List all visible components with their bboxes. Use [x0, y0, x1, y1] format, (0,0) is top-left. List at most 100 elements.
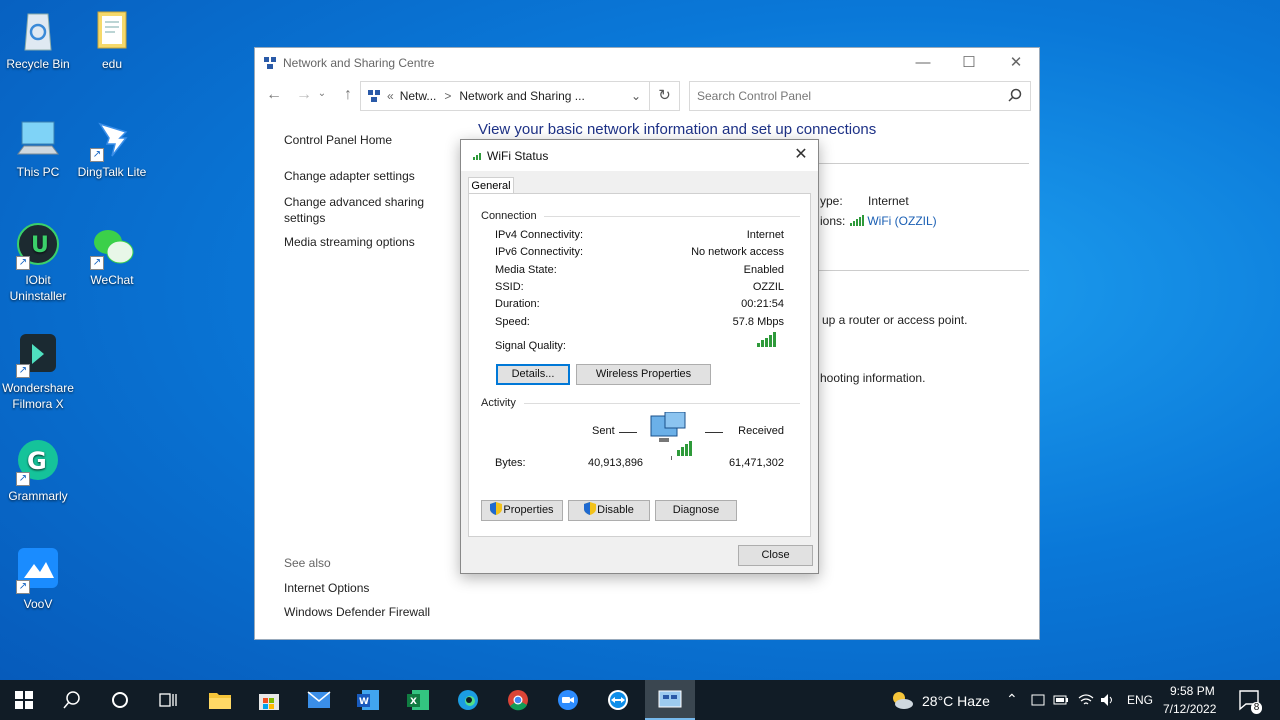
- network-center-icon: [264, 57, 276, 69]
- windows-logo-icon: [15, 691, 33, 709]
- edge-button[interactable]: [444, 680, 492, 720]
- svg-text:X: X: [410, 697, 417, 707]
- desktop-icon-label: Grammarly: [8, 489, 68, 503]
- desktop-icon-dingtalk[interactable]: ↗ DingTalk Lite: [74, 114, 150, 180]
- store-button[interactable]: [245, 680, 293, 720]
- chevron-down-icon[interactable]: ⌄: [631, 89, 641, 103]
- wifi-connection-link[interactable]: WiFi (OZZIL): [850, 214, 937, 228]
- ipv4-label: IPv4 Connectivity:: [495, 229, 584, 241]
- control-panel-home-link[interactable]: Control Panel Home: [284, 133, 392, 147]
- media-state-value: Enabled: [743, 264, 784, 276]
- search-box[interactable]: Search Control Panel: [689, 81, 1031, 111]
- recent-locations-button[interactable]: ⌄: [315, 88, 329, 99]
- teamviewer-button[interactable]: [594, 680, 642, 720]
- desktop-icon-label: WeChat: [90, 273, 134, 287]
- see-also-heading: See also: [284, 556, 331, 570]
- file-explorer-button[interactable]: [196, 680, 244, 720]
- cortana-circle-icon: [112, 692, 128, 708]
- chrome-button[interactable]: [494, 680, 542, 720]
- media-streaming-options-link[interactable]: Media streaming options: [284, 235, 415, 249]
- iobit-uninstaller-icon: U ↗: [14, 222, 62, 270]
- back-button[interactable]: ←: [261, 86, 287, 104]
- forward-button[interactable]: →: [291, 86, 317, 104]
- link-line-1: Change advanced sharing: [284, 195, 425, 209]
- clock-date[interactable]: 7/12/2022: [1163, 702, 1216, 716]
- desktop-icon-this-pc[interactable]: This PC: [0, 114, 76, 180]
- signal-bars-icon: [757, 332, 776, 347]
- wifi-status-dialog: WiFi Status ✕ General Connection IPv4 Co…: [460, 139, 819, 574]
- shield-icon: [584, 502, 597, 515]
- task-view-button[interactable]: [144, 680, 192, 720]
- diagnose-button[interactable]: Diagnose: [655, 500, 737, 521]
- shortcut-arrow-icon: ↗: [16, 364, 30, 378]
- properties-button[interactable]: Properties: [481, 500, 563, 521]
- up-button[interactable]: ↑: [335, 86, 361, 104]
- media-state-label: Media State:: [495, 264, 557, 276]
- shortcut-arrow-icon: ↗: [16, 256, 30, 270]
- change-adapter-settings-link[interactable]: Change adapter settings: [284, 169, 415, 183]
- desktop-icon-label: edu: [101, 57, 123, 71]
- properties-label: Properties: [503, 504, 554, 516]
- control-panel-icon: [368, 90, 380, 102]
- cortana-button[interactable]: [96, 680, 144, 720]
- speed-label: Speed:: [495, 316, 530, 328]
- details-button[interactable]: Details...: [496, 364, 570, 385]
- dialog-titlebar[interactable]: WiFi Status: [461, 140, 818, 171]
- breadcrumb-sharing-centre[interactable]: Network and Sharing ...: [459, 89, 584, 103]
- meet-now-icon[interactable]: [1031, 693, 1045, 707]
- close-icon[interactable]: ✕: [784, 140, 818, 170]
- wifi-connection-label: WiFi (OZZIL): [867, 214, 937, 228]
- battery-icon[interactable]: [1053, 694, 1069, 706]
- computer-icon: [14, 114, 62, 162]
- weather-text[interactable]: 28°C Haze: [922, 693, 990, 709]
- search-button[interactable]: [48, 680, 96, 720]
- desktop-icon-wechat[interactable]: ↗ WeChat: [74, 222, 150, 288]
- desktop-icon-iobit[interactable]: U ↗ IObit Uninstaller: [0, 222, 76, 304]
- disable-button[interactable]: Disable: [568, 500, 650, 521]
- wireless-properties-button[interactable]: Wireless Properties: [576, 364, 711, 385]
- desktop-icon-recycle-bin[interactable]: Recycle Bin: [0, 6, 76, 72]
- breadcrumb-separator: >: [444, 89, 452, 103]
- wifi-icon[interactable]: [1078, 693, 1094, 707]
- ssid-label: SSID:: [495, 281, 524, 293]
- windows-defender-firewall-link[interactable]: Windows Defender Firewall: [284, 605, 430, 619]
- general-panel: Connection IPv4 Connectivity: Internet I…: [468, 193, 811, 537]
- mail-button[interactable]: [295, 680, 343, 720]
- ssid-value: OZZIL: [752, 281, 784, 293]
- ipv6-value: No network access: [691, 246, 784, 258]
- zoom-button[interactable]: [544, 680, 592, 720]
- shortcut-arrow-icon: ↗: [90, 148, 104, 162]
- zoom-icon: [558, 690, 578, 710]
- ipv6-label: IPv6 Connectivity:: [495, 246, 584, 258]
- change-advanced-sharing-link[interactable]: Change advanced sharing settings: [284, 194, 424, 226]
- desktop-icon-grammarly[interactable]: G ↗ Grammarly: [0, 438, 76, 504]
- address-bar[interactable]: « Netw... > Network and Sharing ... ⌄: [360, 81, 650, 111]
- refresh-button[interactable]: ↻: [650, 81, 680, 111]
- tab-general[interactable]: General: [468, 177, 514, 194]
- folder-icon: [209, 693, 231, 709]
- clock-time[interactable]: 9:58 PM: [1170, 684, 1215, 698]
- chevron-up-icon[interactable]: ⌃: [1006, 691, 1018, 708]
- desktop-icon-filmora[interactable]: ↗ Wondershare Filmora X: [0, 330, 76, 412]
- weather-icon[interactable]: [890, 690, 914, 710]
- volume-icon[interactable]: [1100, 693, 1116, 707]
- access-type-label: ype:: [820, 194, 843, 208]
- start-button[interactable]: [0, 680, 48, 720]
- voov-icon: ↗: [14, 546, 62, 594]
- link-line-2: settings: [284, 211, 326, 225]
- language-indicator[interactable]: ENG: [1127, 693, 1153, 707]
- word-button[interactable]: W: [344, 680, 392, 720]
- internet-options-link[interactable]: Internet Options: [284, 581, 369, 595]
- breadcrumb-network[interactable]: Netw...: [400, 89, 437, 103]
- close-button[interactable]: Close: [738, 545, 813, 566]
- excel-button[interactable]: X: [394, 680, 442, 720]
- speed-value: 57.8 Mbps: [732, 316, 784, 328]
- troubleshooting-text: hooting information.: [820, 371, 926, 385]
- desktop-icon-voov[interactable]: ↗ VooV: [0, 546, 76, 612]
- close-window-button[interactable]: ✕: [993, 48, 1039, 78]
- access-type-value: Internet: [868, 194, 909, 208]
- desktop-icon-edu[interactable]: edu: [74, 6, 150, 72]
- network-center-taskbar-button[interactable]: [645, 680, 695, 720]
- minimize-button[interactable]: —: [900, 48, 946, 78]
- maximize-button[interactable]: ☐: [946, 48, 992, 78]
